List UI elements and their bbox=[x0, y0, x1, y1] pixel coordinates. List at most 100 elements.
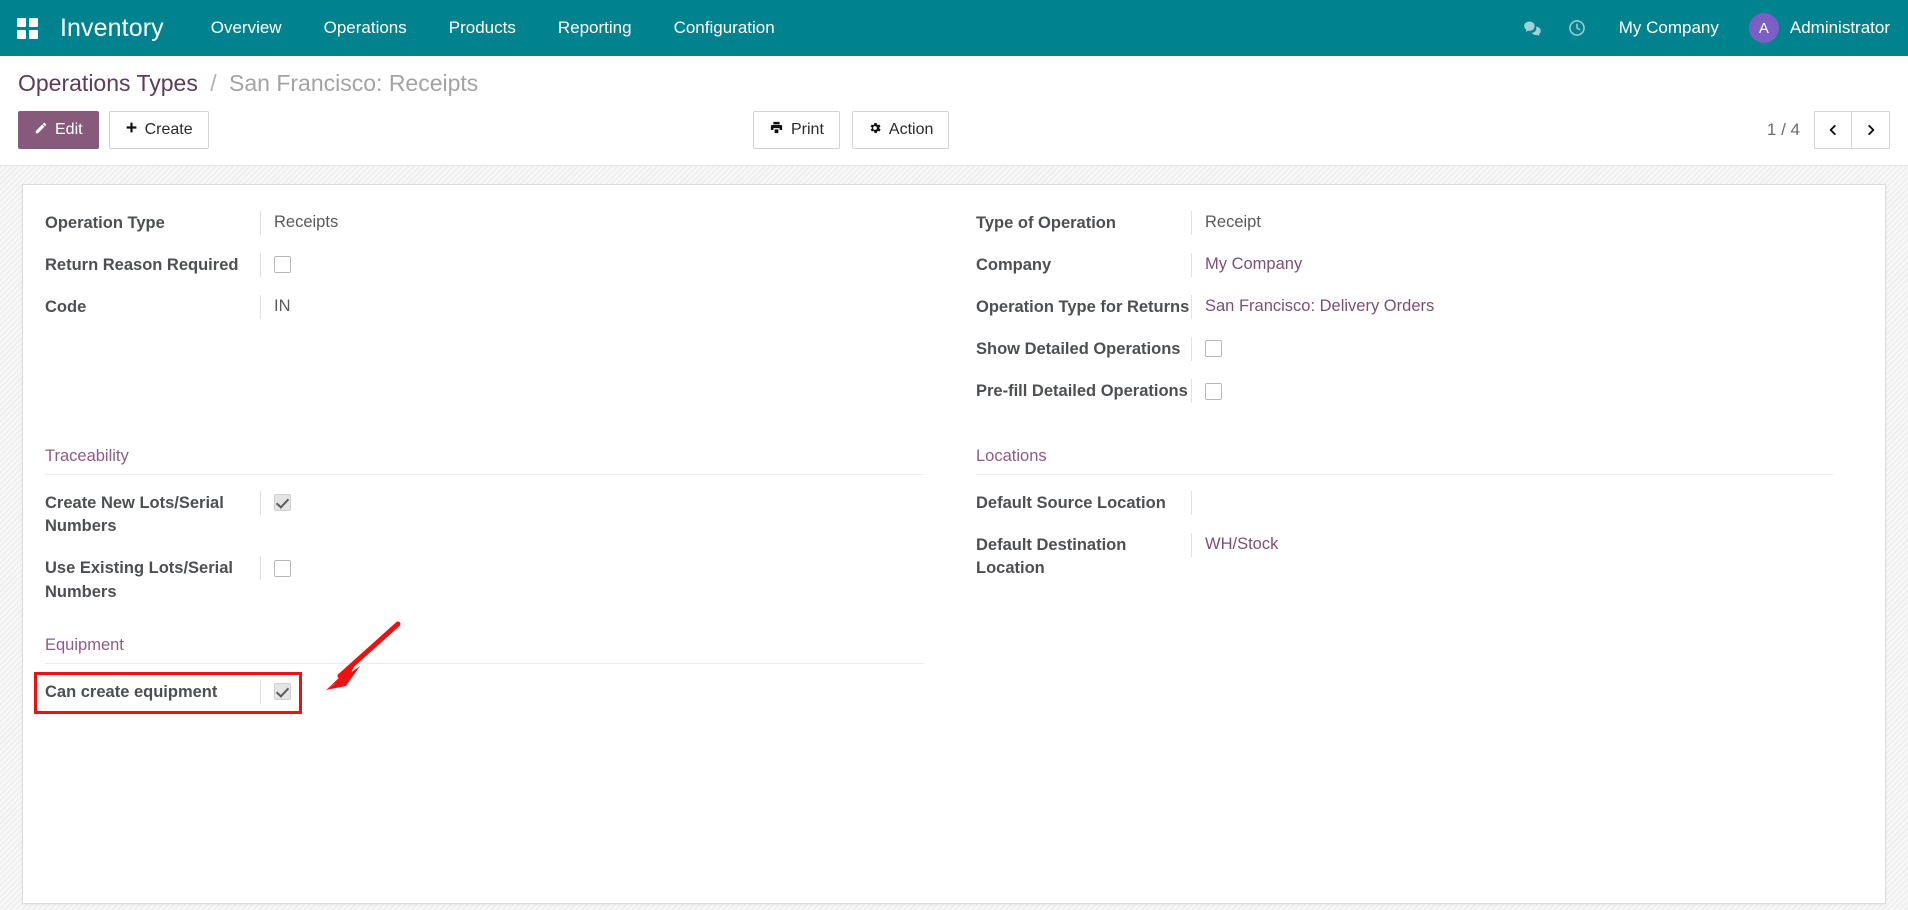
record-form-sheet: Operation Type Receipts Return Reason Re… bbox=[22, 184, 1886, 904]
breadcrumb: Operations Types / San Francisco: Receip… bbox=[18, 70, 1890, 97]
field-value bbox=[260, 556, 924, 580]
menu-item-operations[interactable]: Operations bbox=[303, 0, 428, 56]
action-button[interactable]: Action bbox=[852, 111, 949, 149]
menu-item-overview[interactable]: Overview bbox=[190, 0, 303, 56]
field-code: Code IN bbox=[45, 295, 924, 319]
clock-icon[interactable] bbox=[1555, 0, 1599, 56]
show-detailed-operations-checkbox[interactable] bbox=[1205, 340, 1222, 357]
create-button[interactable]: Create bbox=[109, 111, 209, 149]
field-label: Default Destination Location bbox=[976, 533, 1191, 580]
field-label: Company bbox=[976, 253, 1191, 277]
pager-buttons bbox=[1814, 111, 1890, 149]
field-value[interactable]: Receipts bbox=[260, 211, 924, 235]
field-label: Default Source Location bbox=[976, 491, 1191, 515]
field-value bbox=[260, 680, 924, 704]
field-label: Type of Operation bbox=[976, 211, 1191, 235]
company-switcher[interactable]: My Company bbox=[1599, 18, 1739, 38]
group-locations: Locations Default Source Location Defaul… bbox=[954, 447, 1863, 621]
field-label: Operation Type for Returns bbox=[976, 295, 1191, 319]
form-column-right: Type of Operation Receipt Company My Com… bbox=[954, 211, 1863, 433]
pager-count-label: 1 / 4 bbox=[1767, 120, 1800, 140]
prefill-detailed-operations-checkbox[interactable] bbox=[1205, 383, 1222, 400]
field-value[interactable]: Receipt bbox=[1191, 211, 1833, 235]
field-label: Pre-fill Detailed Operations bbox=[976, 379, 1191, 403]
menu-item-products[interactable]: Products bbox=[428, 0, 537, 56]
equipment-highlight-wrapper: Can create equipment bbox=[45, 680, 924, 704]
record-action-buttons: Edit Create bbox=[18, 111, 209, 149]
form-groups-row-1: Traceability Create New Lots/Serial Numb… bbox=[45, 447, 1863, 621]
edit-button-label: Edit bbox=[55, 121, 83, 139]
use-existing-lots-checkbox[interactable] bbox=[274, 560, 291, 577]
field-use-existing-lots: Use Existing Lots/Serial Numbers bbox=[45, 556, 924, 603]
breadcrumb-separator: / bbox=[210, 70, 216, 96]
create-button-label: Create bbox=[145, 121, 193, 139]
field-value[interactable] bbox=[1191, 491, 1833, 515]
menu-item-configuration[interactable]: Configuration bbox=[653, 0, 796, 56]
pager: 1 / 4 bbox=[1767, 111, 1890, 149]
group-traceability: Traceability Create New Lots/Serial Numb… bbox=[45, 447, 954, 621]
apps-grid-icon[interactable] bbox=[10, 11, 44, 45]
form-groups-row-2: Equipment Can create equipment bbox=[45, 636, 1863, 722]
field-value bbox=[260, 253, 924, 277]
field-default-destination-location: Default Destination Location WH/Stock bbox=[976, 533, 1833, 580]
group-title-locations: Locations bbox=[976, 447, 1833, 475]
plus-icon bbox=[125, 121, 138, 139]
user-menu[interactable]: A Administrator bbox=[1739, 13, 1890, 43]
field-label: Operation Type bbox=[45, 211, 260, 235]
field-value bbox=[260, 491, 924, 515]
chat-bubble-icon[interactable] bbox=[1511, 0, 1555, 56]
field-can-create-equipment: Can create equipment bbox=[45, 680, 924, 704]
field-label: Can create equipment bbox=[45, 680, 260, 704]
edit-button[interactable]: Edit bbox=[18, 111, 99, 149]
top-navbar: Inventory Overview Operations Products R… bbox=[0, 0, 1908, 56]
group-equipment: Equipment Can create equipment bbox=[45, 636, 954, 722]
form-column-left: Operation Type Receipts Return Reason Re… bbox=[45, 211, 954, 433]
field-value bbox=[1191, 337, 1833, 361]
control-panel: Operations Types / San Francisco: Receip… bbox=[0, 56, 1908, 166]
navbar-right-area: My Company A Administrator bbox=[1511, 0, 1908, 56]
field-default-source-location: Default Source Location bbox=[976, 491, 1833, 515]
field-return-reason-required: Return Reason Required bbox=[45, 253, 924, 277]
print-button[interactable]: Print bbox=[753, 111, 840, 149]
username-label: Administrator bbox=[1790, 18, 1890, 38]
form-background: Operation Type Receipts Return Reason Re… bbox=[0, 166, 1908, 910]
main-menu: Overview Operations Products Reporting C… bbox=[190, 0, 796, 56]
left-column-spacer bbox=[45, 337, 924, 433]
field-value[interactable]: IN bbox=[260, 295, 924, 319]
field-operation-type-for-returns: Operation Type for Returns San Francisco… bbox=[976, 295, 1833, 319]
group-title-equipment: Equipment bbox=[45, 636, 924, 664]
breadcrumb-root-link[interactable]: Operations Types bbox=[18, 70, 198, 96]
print-button-label: Print bbox=[791, 121, 824, 139]
field-create-new-lots: Create New Lots/Serial Numbers bbox=[45, 491, 924, 538]
field-operation-type: Operation Type Receipts bbox=[45, 211, 924, 235]
gear-icon bbox=[868, 121, 882, 140]
field-prefill-detailed-operations: Pre-fill Detailed Operations bbox=[976, 379, 1833, 403]
chevron-right-icon[interactable] bbox=[1852, 111, 1890, 149]
group-equipment-right-empty bbox=[954, 636, 1863, 722]
chevron-left-icon[interactable] bbox=[1814, 111, 1852, 149]
field-label: Create New Lots/Serial Numbers bbox=[45, 491, 260, 538]
control-panel-buttons-row: Edit Create Print bbox=[18, 111, 1890, 149]
field-show-detailed-operations: Show Detailed Operations bbox=[976, 337, 1833, 361]
field-value-link[interactable]: San Francisco: Delivery Orders bbox=[1191, 295, 1833, 319]
form-top-columns: Operation Type Receipts Return Reason Re… bbox=[45, 211, 1863, 433]
pencil-icon bbox=[34, 121, 48, 140]
field-label: Use Existing Lots/Serial Numbers bbox=[45, 556, 260, 603]
toolbar-dropdowns: Print Action bbox=[753, 111, 949, 149]
group-title-traceability: Traceability bbox=[45, 447, 924, 475]
field-label: Show Detailed Operations bbox=[976, 337, 1191, 361]
return-reason-required-checkbox[interactable] bbox=[274, 256, 291, 273]
menu-item-reporting[interactable]: Reporting bbox=[537, 0, 653, 56]
field-company: Company My Company bbox=[976, 253, 1833, 277]
action-button-label: Action bbox=[889, 121, 933, 139]
field-label: Return Reason Required bbox=[45, 253, 260, 277]
breadcrumb-current-record: San Francisco: Receipts bbox=[229, 70, 478, 96]
printer-icon bbox=[769, 120, 784, 140]
field-label: Code bbox=[45, 295, 260, 319]
app-brand-inventory[interactable]: Inventory bbox=[52, 14, 190, 43]
can-create-equipment-checkbox[interactable] bbox=[274, 683, 291, 700]
field-value-link[interactable]: My Company bbox=[1191, 253, 1833, 277]
create-new-lots-checkbox[interactable] bbox=[274, 494, 291, 511]
field-type-of-operation: Type of Operation Receipt bbox=[976, 211, 1833, 235]
field-value-link[interactable]: WH/Stock bbox=[1191, 533, 1833, 557]
